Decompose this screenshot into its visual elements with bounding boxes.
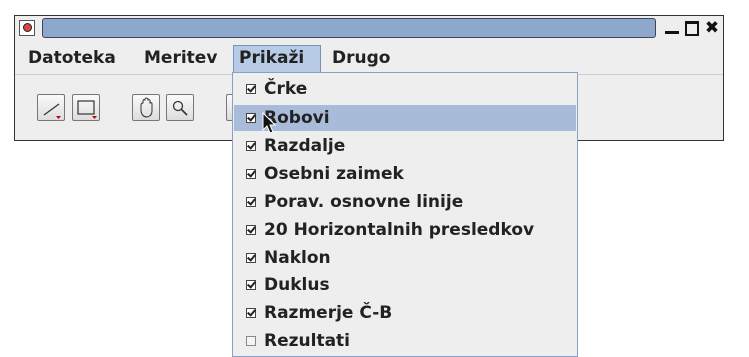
checkbox-checked-icon xyxy=(246,169,256,179)
checkbox-checked-icon xyxy=(246,197,256,207)
menu-datoteka[interactable]: Datoteka xyxy=(23,45,121,72)
menu-item-label: Razdalje xyxy=(264,136,346,156)
checkbox-checked-icon xyxy=(246,280,256,290)
menu-prikazi[interactable]: Prikaži xyxy=(233,45,321,72)
menu-meritev[interactable]: Meritev xyxy=(139,45,222,72)
menu-item-label: Črke xyxy=(264,79,308,99)
menu-item-label: Rezultati xyxy=(264,331,350,351)
checkbox-checked-icon xyxy=(246,84,256,94)
menu-item-robovi[interactable]: Robovi xyxy=(234,105,576,131)
window-title xyxy=(42,18,656,38)
hand-pan-icon xyxy=(140,97,153,118)
menu-item-label: Osebni zaimek xyxy=(264,164,404,184)
checkbox-checked-icon xyxy=(246,113,256,123)
mouse-cursor-icon xyxy=(262,112,276,134)
menu-bar: Datoteka Meritev Prikaži Drugo xyxy=(15,44,723,75)
checkbox-checked-icon xyxy=(246,141,256,151)
menu-item-label: Porav. osnovne linije xyxy=(264,192,464,212)
hand-pan-button[interactable] xyxy=(132,94,160,121)
magnifier-icon xyxy=(172,100,188,116)
app-icon[interactable] xyxy=(19,20,35,36)
menu-item-horizontalnih-presledkov[interactable]: 20 Horizontalnih presledkov xyxy=(234,217,576,243)
menu-item-label: 20 Horizontalnih presledkov xyxy=(264,220,535,240)
menu-item-razmerje-c-b[interactable]: Razmerje Č-B xyxy=(234,300,576,326)
line-tool-icon xyxy=(43,103,61,119)
menu-item-duklus[interactable]: Duklus xyxy=(234,272,576,298)
menu-drugo[interactable]: Drugo xyxy=(327,45,395,72)
menu-item-label: Duklus xyxy=(264,275,330,295)
menu-item-crke[interactable]: Črke xyxy=(234,76,576,102)
prikazi-dropdown-menu: Črke Robovi Razdalje Osebni zaimek Porav… xyxy=(232,72,578,357)
close-icon[interactable]: ✖ xyxy=(704,19,720,37)
rectangle-tool-button[interactable] xyxy=(72,94,100,121)
menu-item-label: Naklon xyxy=(264,248,331,268)
maximize-icon[interactable] xyxy=(684,19,700,37)
checkbox-unchecked-icon xyxy=(246,336,256,346)
line-tool-button[interactable] xyxy=(37,94,65,121)
menu-item-rezultati[interactable]: Rezultati xyxy=(234,328,576,354)
minimize-icon[interactable] xyxy=(664,19,680,37)
menu-item-label: Razmerje Č-B xyxy=(264,303,393,323)
menu-item-porav-osnovne-linije[interactable]: Porav. osnovne linije xyxy=(234,189,576,215)
title-bar[interactable]: ✖ xyxy=(15,16,723,42)
menu-item-razdalje[interactable]: Razdalje xyxy=(234,133,576,159)
zoom-button[interactable] xyxy=(166,94,194,121)
checkbox-checked-icon xyxy=(246,225,256,235)
rectangle-tool-icon xyxy=(77,100,97,119)
menu-item-naklon[interactable]: Naklon xyxy=(234,245,576,271)
checkbox-checked-icon xyxy=(246,308,256,318)
menu-item-osebni-zaimek[interactable]: Osebni zaimek xyxy=(234,161,576,187)
checkbox-checked-icon xyxy=(246,253,256,263)
